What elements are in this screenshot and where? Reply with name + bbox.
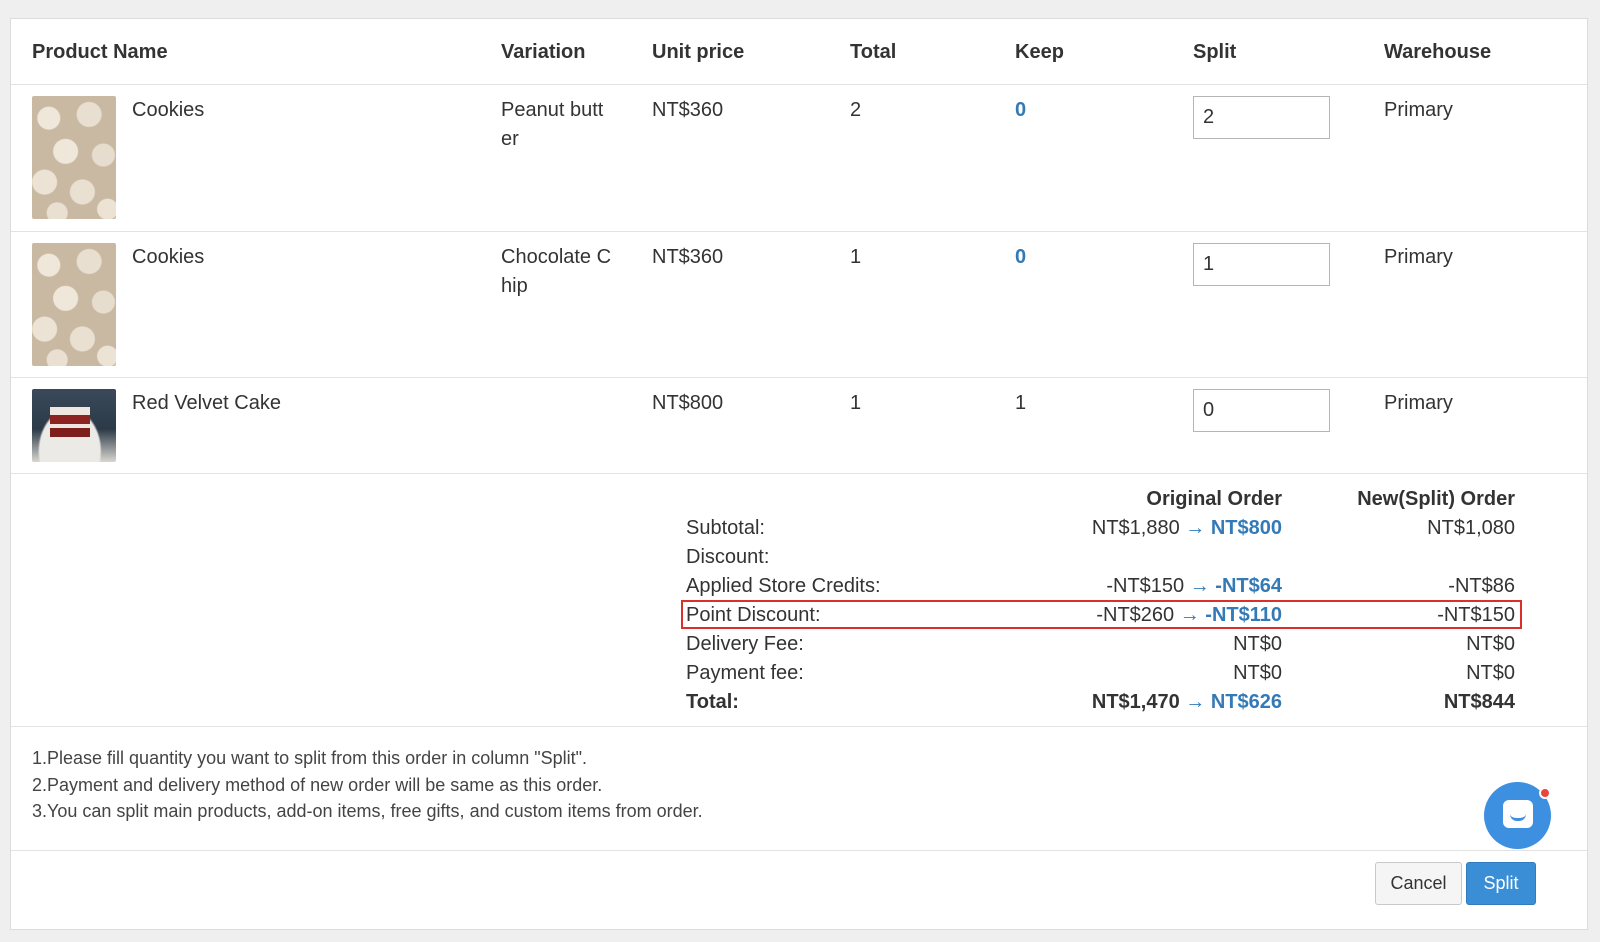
product-name: Cookies <box>132 99 205 121</box>
col-split: Split <box>1193 41 1237 63</box>
arrow-icon: → <box>1185 517 1206 539</box>
product-image <box>32 389 116 462</box>
col-keep: Keep <box>1015 41 1064 63</box>
unit-price: NT$800 <box>652 392 724 414</box>
table-row: Cookies Chocolate Chip NT$360 1 0 Primar… <box>11 232 1587 378</box>
split-qty-input[interactable] <box>1193 389 1330 432</box>
total-original: NT$1,470 → NT$626 <box>1091 691 1282 713</box>
payment-fee-original: NT$0 <box>1233 662 1282 684</box>
split-qty-input[interactable] <box>1193 243 1330 286</box>
unit-price: NT$360 <box>652 99 724 121</box>
payment-fee-label: Payment fee: <box>686 662 804 684</box>
arrow-icon: → <box>1185 691 1206 713</box>
split-instructions: 1.Please fill quantity you want to split… <box>32 745 703 825</box>
total-qty: 1 <box>850 246 862 268</box>
col-product-name: Product Name <box>32 41 168 63</box>
original-order-heading: Original Order <box>1146 488 1282 510</box>
unit-price: NT$360 <box>652 246 724 268</box>
col-variation: Variation <box>501 41 586 63</box>
split-button[interactable]: Split <box>1466 862 1536 905</box>
delivery-fee-label: Delivery Fee: <box>686 633 804 655</box>
split-qty-input[interactable] <box>1193 96 1330 139</box>
product-image <box>32 96 116 219</box>
product-image <box>32 243 116 366</box>
store-credits-original: -NT$150 → -NT$64 <box>1106 575 1282 597</box>
total-new: NT$844 <box>1443 691 1515 713</box>
table-header: Product Name Variation Unit price Total … <box>11 19 1587 85</box>
cancel-button[interactable]: Cancel <box>1375 862 1462 905</box>
instruction-line: 2.Payment and delivery method of new ord… <box>32 774 603 795</box>
product-name: Cookies <box>132 246 205 268</box>
point-discount-new: -NT$150 <box>1437 604 1515 626</box>
keep-qty: 1 <box>1015 392 1027 414</box>
subtotal-new: NT$1,080 <box>1427 517 1515 539</box>
total-qty: 1 <box>850 392 862 414</box>
store-credits-new: -NT$86 <box>1448 575 1515 597</box>
delivery-fee-new: NT$0 <box>1466 633 1515 655</box>
split-order-modal: Product Name Variation Unit price Total … <box>10 18 1588 930</box>
notification-dot-icon <box>1539 787 1551 799</box>
chat-bubble-icon <box>1503 800 1533 828</box>
product-name: Red Velvet Cake <box>132 392 281 414</box>
payment-fee-new: NT$0 <box>1466 662 1515 684</box>
table-row: Red Velvet Cake NT$800 1 1 Primary <box>11 378 1587 474</box>
col-unit-price: Unit price <box>652 41 745 63</box>
point-discount-label: Point Discount: <box>686 604 821 626</box>
variation: Chocolate Chip <box>501 246 612 297</box>
point-discount-original: -NT$260 → -NT$110 <box>1096 604 1282 626</box>
variation: Peanut butt er <box>501 99 604 150</box>
warehouse: Primary <box>1384 392 1453 414</box>
col-total: Total <box>850 41 897 63</box>
store-credits-label: Applied Store Credits: <box>686 575 881 597</box>
col-warehouse: Warehouse <box>1384 41 1492 63</box>
warehouse: Primary <box>1384 246 1453 268</box>
total-qty: 2 <box>850 99 862 121</box>
keep-qty-link[interactable]: 0 <box>1015 96 1026 125</box>
discount-label: Discount: <box>686 546 770 568</box>
subtotal-original: NT$1,880 → NT$800 <box>1091 517 1282 539</box>
order-summary: Original Order New(Split) Order Subtotal… <box>11 474 1587 727</box>
warehouse: Primary <box>1384 99 1453 121</box>
subtotal-label: Subtotal: <box>686 517 765 539</box>
total-label: Total: <box>686 691 739 713</box>
instruction-line: 1.Please fill quantity you want to split… <box>32 748 588 768</box>
arrow-icon: → <box>1179 604 1200 626</box>
new-order-heading: New(Split) Order <box>1357 488 1515 510</box>
footer-divider <box>11 850 1587 851</box>
instruction-line: 3.You can split main products, add-on it… <box>32 801 703 821</box>
delivery-fee-original: NT$0 <box>1233 633 1282 655</box>
arrow-icon: → <box>1189 575 1210 597</box>
table-row: Cookies Peanut butter NT$360 2 0 Primary <box>11 85 1587 232</box>
keep-qty-link[interactable]: 0 <box>1015 243 1026 272</box>
